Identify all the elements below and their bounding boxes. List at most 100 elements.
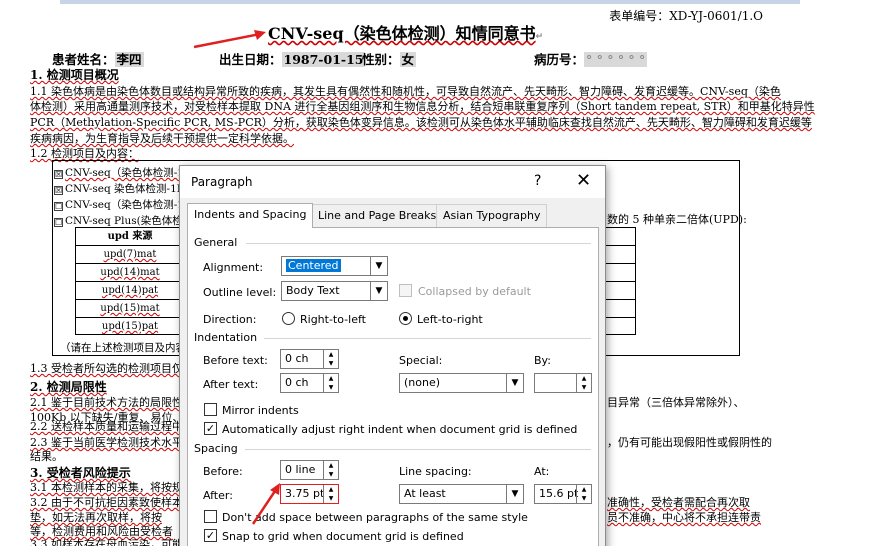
doc-line: 1.1 染色体病是由染色体数目或结构异常所致的疾病，其发生具有偶然性和随机性，可…: [30, 85, 781, 98]
section-general: General: [194, 236, 238, 249]
spinner[interactable]: ▲ ▼: [323, 374, 338, 392]
red-annotation-arrow-2: [251, 483, 280, 525]
doc-line: 1.3 受检者所勾选的检测项目仅针: [30, 362, 194, 375]
paragraph-dialog: Paragraph ? ✕ Indents and Spacing Line a…: [179, 165, 606, 546]
form-number: 表单编号：XD-YJ-0601/1.O: [609, 9, 763, 23]
outline-level-select[interactable]: Body Text ▼: [281, 281, 388, 301]
section-spacing: Spacing: [194, 442, 238, 455]
after-text-input[interactable]: 0 ch ▲ ▼: [280, 373, 339, 393]
divider: [246, 243, 591, 244]
outline-level-label: Outline level:: [203, 286, 277, 299]
ruler-strip: [60, 0, 800, 4]
by-input[interactable]: ▲ ▼: [534, 373, 592, 393]
upd-description-tail: 数的 5 种单亲二倍体(UPD):: [607, 213, 747, 226]
patient-name: 患者姓名： 李四: [52, 52, 144, 67]
paragraph-mark: ↵: [535, 32, 544, 42]
spinner[interactable]: ▲ ▼: [576, 374, 591, 392]
upd-row: upd(14)pat: [76, 282, 184, 300]
doc-line-right: 目异常（三倍体异常除外）、: [607, 396, 745, 409]
spinner[interactable]: ▲ ▼: [323, 350, 338, 368]
collapsed-checkbox[interactable]: [399, 284, 412, 297]
tab-line-and-page-breaks[interactable]: Line and Page Breaks: [311, 204, 444, 227]
by-label: By:: [534, 354, 551, 367]
upd-row: upd(7)mat: [76, 246, 184, 264]
chevron-down-icon: ▼: [506, 485, 523, 503]
doc-line: 结果。: [30, 450, 63, 463]
doc-line: PCR（Methylation-Specific PCR, MS-PCR）分析，…: [30, 116, 812, 129]
alignment-label: Alignment:: [203, 261, 264, 274]
ltr-label: Left-to-right: [417, 313, 483, 326]
doc-line: 疾病病因，为生育指导及后续干预提供一定科学依据。: [30, 132, 294, 145]
chevron-down-icon: ▼: [370, 257, 387, 275]
upd-header: upd 来源: [76, 228, 184, 246]
auto-adjust-checkbox[interactable]: ✓: [204, 422, 217, 435]
divider: [245, 449, 591, 450]
auto-adjust-label: Automatically adjust right indent when d…: [222, 423, 578, 436]
before-text-input[interactable]: 0 ch ▲ ▼: [280, 349, 339, 369]
patient-sex: 性别：女: [362, 52, 417, 67]
spacing-before-input[interactable]: 0 line ▲ ▼: [280, 460, 339, 480]
doc-line: 3.1 本检测样本的采集，将按规: [30, 481, 183, 494]
after-text-label: After text:: [203, 378, 259, 391]
dialog-titlebar[interactable]: Paragraph ? ✕: [180, 166, 605, 198]
spacing-after-label: After:: [203, 489, 233, 502]
document-title-text: CNV-seq（染色体检测）知情同意书: [268, 24, 536, 43]
doc-line: 垫，如无法再次取样，将按: [30, 511, 162, 524]
divider: [264, 338, 591, 339]
dialog-title: Paragraph: [191, 175, 253, 189]
collapsed-label: Collapsed by default: [418, 285, 531, 298]
special-select[interactable]: (none) ▼: [399, 373, 524, 393]
doc-line: 3.2 由于不可抗拒因素致使样本: [30, 496, 183, 509]
spacing-before-label: Before:: [203, 465, 243, 478]
doc-line: 体检测）采用高通量测序技术，对受检样本提取 DNA 进行全基因组测序和生物信息分…: [30, 100, 815, 113]
upd-row: upd(15)pat: [101, 321, 159, 332]
close-button[interactable]: ✕: [576, 170, 591, 191]
chevron-down-icon: ▼: [506, 374, 523, 392]
upd-table: upd 来源 upd(7)mat upd(14)mat upd(14)pat u…: [75, 227, 185, 335]
table-note: （请在上述检测项目及内容: [60, 342, 186, 354]
doc-line-right: ，仍有可能出现假阳性或假阴性的: [607, 436, 772, 449]
line-spacing-label: Line spacing:: [399, 465, 472, 478]
mirror-indents-label: Mirror indents: [222, 404, 299, 417]
chevron-down-icon: ▼: [370, 282, 387, 300]
spinner[interactable]: ▲ ▼: [323, 485, 338, 503]
help-button[interactable]: ?: [534, 173, 541, 189]
special-label: Special:: [399, 354, 443, 367]
doc-line: 3. 受检者风险提示: [30, 466, 131, 480]
doc-line: 1. 检测项目概况: [30, 68, 119, 82]
doc-line: 2.3 鉴于当前医学检测技术水平的: [30, 436, 194, 449]
before-text-label: Before text:: [203, 354, 268, 367]
checkbox-item[interactable]: ☐ CNV-seq Plus(染色体检测: [54, 213, 193, 228]
upd-row: upd(15)mat: [76, 300, 184, 318]
doc-line: 2.1 鉴于目前技术方法的局限性: [30, 396, 183, 409]
dont-add-space-checkbox[interactable]: [204, 510, 217, 523]
checkbox-item[interactable]: ☐ CNV-seq（染色体检测-1: [54, 197, 184, 212]
alignment-select[interactable]: Centered ▼: [281, 256, 388, 276]
doc-line-right: 员不准确，中心将不承担连带责: [607, 511, 761, 524]
at-label: At:: [534, 465, 550, 478]
checkbox-item[interactable]: ☒ CNV-seq 染色体检测-1M: [54, 181, 188, 196]
dialog-tabs: Indents and Spacing Line and Page Breaks…: [187, 203, 599, 228]
patient-dob: 出生日期： 1987-01-15: [219, 52, 366, 67]
mirror-indents-checkbox[interactable]: [204, 403, 217, 416]
section-indentation: Indentation: [194, 331, 258, 344]
at-input[interactable]: 15.6 pt ▲ ▼: [534, 484, 592, 504]
rtl-label: Right-to-left: [300, 313, 366, 326]
spacing-after-input[interactable]: 3.75 pt ▲ ▼: [280, 484, 339, 504]
spinner[interactable]: ▲ ▼: [576, 485, 591, 503]
ltr-radio[interactable]: [399, 312, 412, 325]
patient-case-no: 病历号： ° ° ° ° ° °: [534, 52, 648, 67]
tab-asian-typography[interactable]: Asian Typography: [436, 204, 548, 227]
rtl-radio[interactable]: [282, 312, 295, 325]
line-spacing-select[interactable]: At least ▼: [399, 484, 524, 504]
tab-indents-and-spacing[interactable]: Indents and Spacing: [187, 203, 314, 228]
document-title[interactable]: CNV-seq（染色体检测）知情同意书↵: [268, 20, 543, 44]
doc-line: 2. 检测局限性: [30, 380, 107, 394]
snap-to-grid-label: Snap to grid when document grid is defin…: [222, 530, 464, 543]
doc-line: 等，检测费用和风险由受检者: [30, 525, 173, 538]
checkbox-item[interactable]: ☒ CNV-seq（染色体检测-1: [54, 165, 184, 180]
doc-line-right: 准确性，受检者需配合再次取: [607, 496, 750, 509]
spinner[interactable]: ▲ ▼: [323, 461, 338, 479]
snap-to-grid-checkbox[interactable]: ✓: [204, 529, 217, 542]
direction-label: Direction:: [203, 313, 257, 326]
